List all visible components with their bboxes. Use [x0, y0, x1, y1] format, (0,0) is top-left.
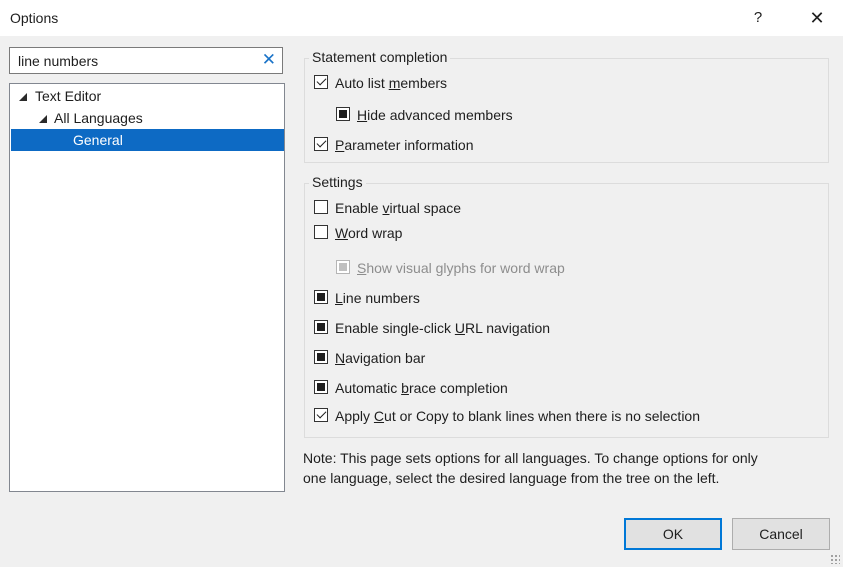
checkbox-indeterminate-icon[interactable] [314, 320, 328, 334]
checkbox-indeterminate-icon[interactable] [314, 350, 328, 364]
tree-item-general[interactable]: General [11, 129, 284, 151]
checkbox-indeterminate-icon[interactable] [314, 290, 328, 304]
cancel-button[interactable]: Cancel [732, 518, 830, 550]
close-button[interactable]: ✕ [800, 4, 834, 32]
tree-item-all-languages[interactable]: All Languages [11, 107, 284, 129]
settings-title: Settings [309, 174, 366, 190]
checkbox-checked-icon[interactable] [314, 137, 328, 151]
search-box[interactable]: line numbers ✕ [9, 47, 283, 74]
window-title: Options [10, 10, 59, 26]
note-text: Note: This page sets options for all lan… [303, 448, 823, 488]
ok-button[interactable]: OK [624, 518, 722, 550]
checkbox-checked-icon[interactable] [314, 408, 328, 422]
tree-item-label: Text Editor [35, 88, 102, 104]
expanded-triangle-icon[interactable] [19, 93, 27, 101]
expanded-triangle-icon[interactable] [39, 115, 47, 123]
note-line-1: Note: This page sets options for all lan… [303, 450, 758, 466]
resize-grip-icon[interactable] [830, 554, 840, 564]
checkbox-checked-icon[interactable] [314, 75, 328, 89]
checkbox-unchecked-icon[interactable] [314, 200, 328, 214]
help-button[interactable]: ? [744, 4, 772, 32]
tree-item-text-editor[interactable]: Text Editor [11, 85, 284, 107]
title-bar: Options ? ✕ [0, 0, 843, 36]
statement-completion-title: Statement completion [309, 49, 451, 65]
search-input[interactable]: line numbers [18, 53, 98, 69]
tree-item-label: General [73, 132, 123, 148]
checkbox-indeterminate-icon[interactable] [314, 380, 328, 394]
options-dialog: Options ? ✕ line numbers ✕ Text Editor A… [0, 0, 843, 567]
note-line-2: one language, select the desired languag… [303, 470, 720, 486]
clear-search-icon[interactable]: ✕ [262, 50, 276, 70]
checkbox-indeterminate-icon [336, 260, 350, 274]
settings-group [304, 183, 829, 438]
checkbox-unchecked-icon[interactable] [314, 225, 328, 239]
checkbox-indeterminate-icon[interactable] [336, 107, 350, 121]
tree-item-label: All Languages [54, 110, 143, 126]
options-tree[interactable]: Text Editor All Languages General [9, 83, 285, 492]
